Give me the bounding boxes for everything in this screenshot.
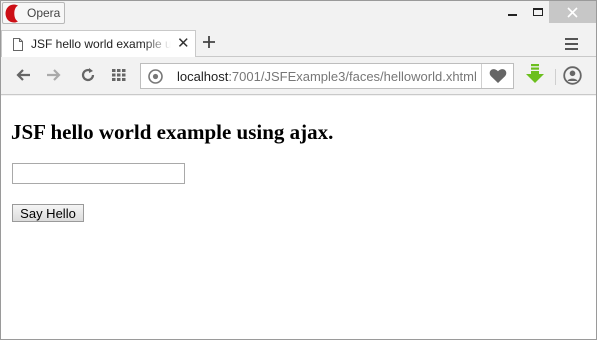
opera-label: Opera [27,6,61,20]
title-bar: Opera [1,1,596,26]
site-info-icon[interactable] [148,69,163,84]
page-heading: JSF hello world example using ajax. [11,120,334,144]
address-bar[interactable]: localhost:7001/JSFExample3/faces/hellowo… [140,63,514,89]
tab-active[interactable]: JSF hello world example using ajax ✕ [1,30,196,57]
tab-strip: JSF hello world example using ajax ✕ [1,26,596,57]
maximize-icon [533,8,543,16]
url-host: localhost [177,69,229,84]
download-button[interactable] [525,64,545,87]
minimize-icon [507,14,517,16]
tab-menu-button[interactable] [565,38,578,53]
name-input[interactable] [12,163,185,184]
toolbar-divider [555,69,556,85]
reload-icon [81,68,95,82]
tab-title: JSF hello world example using ajax [31,37,171,51]
reload-button[interactable] [78,65,98,85]
opera-menu-button[interactable]: Opera [2,2,65,24]
page-viewport: JSF hello world example using ajax. Say … [1,96,596,339]
page-icon [13,38,23,51]
forward-arrow-icon [47,69,61,81]
back-button[interactable] [13,65,33,85]
url-path: :7001/JSFExample3/faces/helloworld.xhtml [228,69,477,84]
account-icon [563,66,582,85]
navigation-bar: localhost:7001/JSFExample3/faces/hellowo… [1,57,596,95]
url-text[interactable]: localhost:7001/JSFExample3/faces/hellowo… [177,69,477,84]
heart-icon[interactable] [489,68,507,84]
back-arrow-icon [16,69,30,81]
account-button[interactable] [563,66,582,88]
download-icon [526,64,544,83]
browser-window: Opera JSF hello world example using ajax… [0,0,597,340]
grid-icon [112,69,126,81]
menu-icon [565,38,578,40]
new-tab-button[interactable] [203,33,215,51]
tab-close-icon[interactable]: ✕ [177,36,190,51]
close-window-button[interactable] [549,1,596,23]
opera-logo-icon [5,4,18,23]
address-divider [481,64,482,88]
forward-button[interactable] [44,65,64,85]
say-hello-button[interactable]: Say Hello [12,204,84,222]
close-icon [567,6,578,18]
speed-dial-button[interactable] [109,65,129,85]
plus-icon [203,36,215,48]
